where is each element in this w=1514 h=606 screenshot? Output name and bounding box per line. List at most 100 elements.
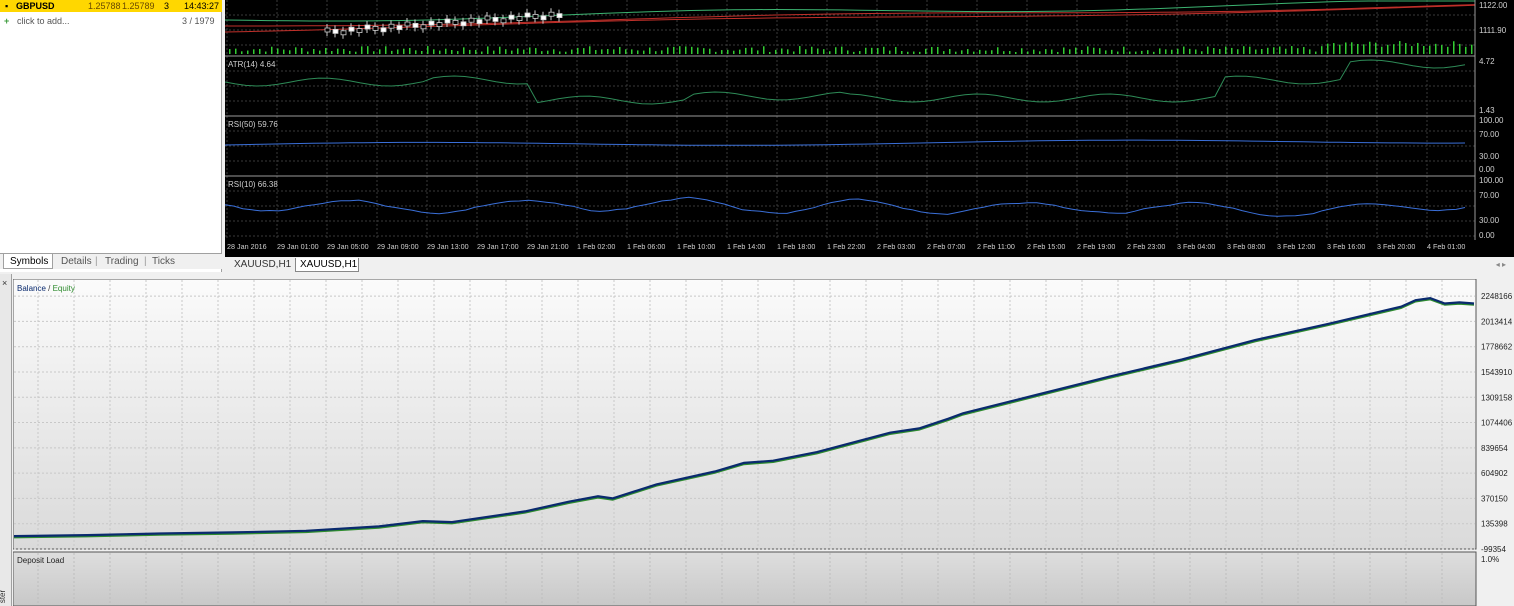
volume-bar <box>1219 49 1221 54</box>
volume-bar <box>445 48 447 54</box>
volume-bar <box>1357 43 1359 54</box>
candle-body <box>524 12 531 18</box>
volume-bar <box>1171 49 1173 54</box>
volume-bar <box>241 51 243 54</box>
volume-bar <box>949 49 951 54</box>
rsi50-axis-label: 30.00 <box>1479 152 1500 161</box>
time-axis-label: 1 Feb 10:00 <box>677 242 715 251</box>
volume-bar <box>1327 43 1329 54</box>
tab-symbols[interactable]: Symbols <box>3 254 53 269</box>
candle-body <box>532 13 539 19</box>
volume-bar <box>757 50 759 54</box>
volume-bar <box>745 47 747 54</box>
volume-bar <box>589 46 591 54</box>
market-watch-row-gbpusd[interactable]: ▪ GBPUSD 1.25788 1.25789 3 14:43:27 <box>0 0 222 12</box>
tab-ticks[interactable]: Ticks <box>152 254 175 269</box>
close-icon[interactable]: × <box>2 278 7 288</box>
chart-tab-xauusd-h1[interactable]: XAUUSD,H1 <box>231 258 293 272</box>
time-axis-label: 29 Jan 09:00 <box>377 242 419 251</box>
market-watch-panel: ▪ GBPUSD 1.25788 1.25789 3 14:43:27 + cl… <box>0 0 222 272</box>
volume-bar <box>787 49 789 54</box>
time-axis-label: 2 Feb 07:00 <box>927 242 965 251</box>
tab-trading[interactable]: Trading <box>105 254 139 269</box>
volume-bar <box>1135 51 1137 54</box>
volume-bar <box>715 51 717 54</box>
volume-bar <box>1165 49 1167 54</box>
time-axis-label: 3 Feb 04:00 <box>1177 242 1215 251</box>
candle-body <box>468 17 475 23</box>
y-axis-label: 604902 <box>1481 469 1508 478</box>
volume-bar <box>1411 46 1413 54</box>
volume-bar <box>877 48 879 54</box>
volume-bar <box>331 51 333 54</box>
volume-bar <box>1249 46 1251 54</box>
volume-bar <box>409 47 411 54</box>
volume-bar <box>1189 48 1191 54</box>
volume-bar <box>415 50 417 54</box>
volume-bar <box>1021 48 1023 54</box>
volume-bar <box>463 47 465 54</box>
volume-bar <box>229 49 231 54</box>
volume-bar <box>1207 46 1209 54</box>
y-axis-label: 839654 <box>1481 444 1508 453</box>
volume-bar <box>1069 49 1071 54</box>
volume-bar <box>571 49 573 54</box>
volume-bar <box>1393 44 1395 54</box>
volume-bar <box>277 48 279 54</box>
volume-bar <box>871 47 873 54</box>
candle-body <box>340 30 347 36</box>
volume-bar <box>1141 50 1143 54</box>
volume-bar <box>1147 50 1149 54</box>
balance-equity-canvas[interactable]: Balance / Equity 2248166 2013414 1778662 15… <box>13 279 1514 606</box>
volume-bar <box>265 51 267 54</box>
price-chart-canvas[interactable]: ATR(14) 4.64 RSI(50) 59.76 RSI(10) 66.38… <box>225 0 1514 257</box>
volume-bar <box>793 51 795 54</box>
time-axis-label: 28 Jan 2016 <box>227 242 267 251</box>
symbol-count: 3 / 1979 <box>182 16 215 26</box>
volume-bar <box>595 50 597 54</box>
tab-details[interactable]: Details <box>61 254 92 269</box>
rsi10-label: RSI(10) 66.38 <box>228 180 278 189</box>
candle-body <box>540 15 547 21</box>
y-axis-label: 1074406 <box>1481 419 1513 428</box>
volume-bar <box>649 47 651 54</box>
volume-bar <box>1183 46 1185 54</box>
chart-tab-xauusd-h1-active[interactable]: XAUUSD,H1 <box>295 258 359 272</box>
rsi10-axis-label: 100.00 <box>1479 176 1504 185</box>
volume-bar <box>1303 47 1305 54</box>
tab-scroll-arrows-icon[interactable]: ◂ ▸ <box>1496 258 1506 272</box>
volume-bar <box>709 48 711 54</box>
volume-bar <box>1027 51 1029 54</box>
rsi10-line <box>225 196 1466 217</box>
y-axis-label: 135398 <box>1481 520 1508 529</box>
time-axis-label: 2 Feb 19:00 <box>1077 242 1115 251</box>
price-axis-label: 1122.00 <box>1479 1 1508 10</box>
y-axis-label: 1309158 <box>1481 393 1513 402</box>
volume-bar <box>1039 51 1041 54</box>
candle-body <box>420 24 427 30</box>
volume-bar <box>1471 44 1473 54</box>
volume-bar <box>259 48 261 54</box>
candle-body <box>372 25 379 31</box>
volume-bar <box>343 49 345 54</box>
volume-bar <box>565 51 567 54</box>
candle-body <box>388 23 395 29</box>
time-axis-label: 29 Jan 17:00 <box>477 242 519 251</box>
volume-bar <box>1063 47 1065 54</box>
balance-equity-graph[interactable]: Balance / Equity 2248166 2013414 1778662 15… <box>13 279 1514 606</box>
y-axis-label: 2013414 <box>1481 317 1513 326</box>
volume-bar <box>271 46 273 54</box>
volume-bar <box>1297 48 1299 54</box>
volume-bar <box>247 50 249 54</box>
volume-bar <box>1231 47 1233 54</box>
price-chart[interactable]: ATR(14) 4.64 RSI(50) 59.76 RSI(10) 66.38… <box>225 0 1514 257</box>
click-to-add-row[interactable]: + click to add... 3 / 1979 <box>0 14 222 28</box>
candle-body <box>460 21 467 27</box>
volume-bar <box>1363 44 1365 54</box>
spread-value: 3 <box>164 1 170 11</box>
volume-bar <box>1345 42 1347 54</box>
volume-bar <box>283 49 285 54</box>
time-axis-label: 3 Feb 12:00 <box>1277 242 1315 251</box>
deposit-load-label: Deposit Load <box>17 556 64 565</box>
rsi10-axis-label: 70.00 <box>1479 191 1500 200</box>
